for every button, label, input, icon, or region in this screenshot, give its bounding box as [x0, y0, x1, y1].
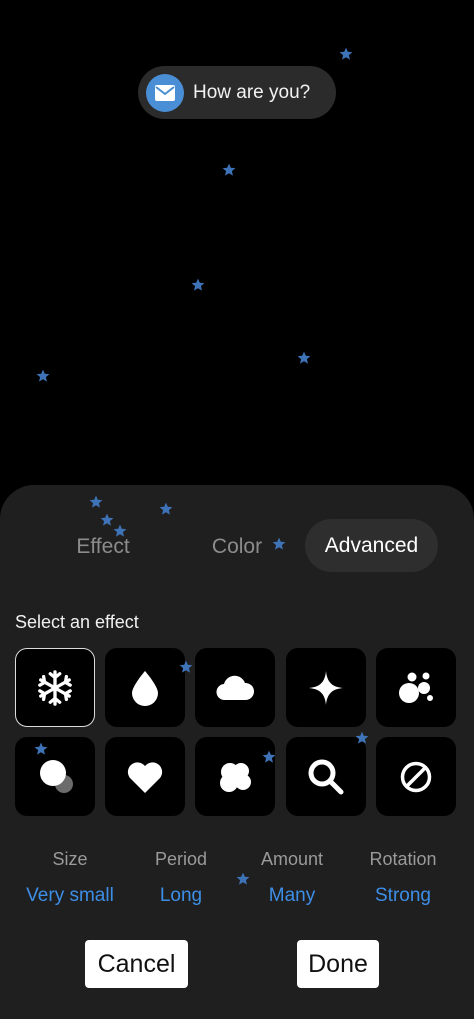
mail-icon — [146, 73, 184, 112]
cloud-icon — [216, 675, 254, 700]
cancel-button[interactable]: Cancel — [85, 940, 188, 988]
effect-none[interactable] — [376, 737, 456, 816]
magnifier-icon — [308, 759, 344, 794]
tab-effect[interactable]: Effect — [48, 520, 158, 573]
effect-blob[interactable] — [195, 737, 275, 816]
bubbles-icon — [399, 672, 433, 703]
section-label: Select an effect — [15, 612, 139, 632]
star-icon — [159, 502, 173, 516]
effect-heart[interactable] — [105, 737, 185, 816]
param-rotation-value[interactable]: Strong — [348, 885, 458, 907]
effect-circles[interactable] — [15, 737, 95, 816]
param-rotation-label: Rotation — [369, 849, 437, 869]
star-icon — [272, 537, 286, 551]
effect-magnifier[interactable] — [286, 737, 366, 816]
notification-pill[interactable]: How are you? — [138, 66, 336, 119]
drop-icon — [132, 670, 158, 706]
tab-advanced[interactable]: Advanced — [305, 519, 438, 572]
notification-text: How are you? — [193, 81, 311, 103]
star-icon — [179, 660, 193, 674]
star-icon — [113, 524, 127, 538]
effect-drop[interactable] — [105, 648, 185, 727]
sparkle-icon — [309, 670, 343, 705]
star-icon — [355, 731, 369, 745]
none-icon — [400, 761, 432, 792]
snowflake-icon — [38, 669, 72, 706]
star-icon — [339, 47, 353, 61]
param-size-value[interactable]: Very small — [15, 885, 125, 907]
param-size-label: Size — [52, 849, 88, 869]
effect-bubbles[interactable] — [376, 648, 456, 727]
star-icon — [236, 872, 250, 886]
star-icon — [222, 163, 236, 177]
star-icon — [297, 351, 311, 365]
star-icon — [34, 742, 48, 756]
param-period-value[interactable]: Long — [126, 885, 236, 907]
effect-cloud[interactable] — [195, 648, 275, 727]
param-amount-value[interactable]: Many — [237, 885, 347, 907]
blob-icon — [220, 762, 251, 792]
done-button[interactable]: Done — [297, 940, 379, 988]
circles-icon — [40, 759, 73, 793]
effect-sparkle[interactable] — [286, 648, 366, 727]
star-icon — [262, 750, 276, 764]
effect-snowflake[interactable] — [15, 648, 95, 727]
param-amount-label: Amount — [260, 849, 324, 869]
star-icon — [100, 513, 114, 527]
star-icon — [36, 369, 50, 383]
star-icon — [89, 495, 103, 509]
star-icon — [191, 278, 205, 292]
param-period-label: Period — [154, 849, 208, 869]
heart-icon — [127, 761, 163, 793]
